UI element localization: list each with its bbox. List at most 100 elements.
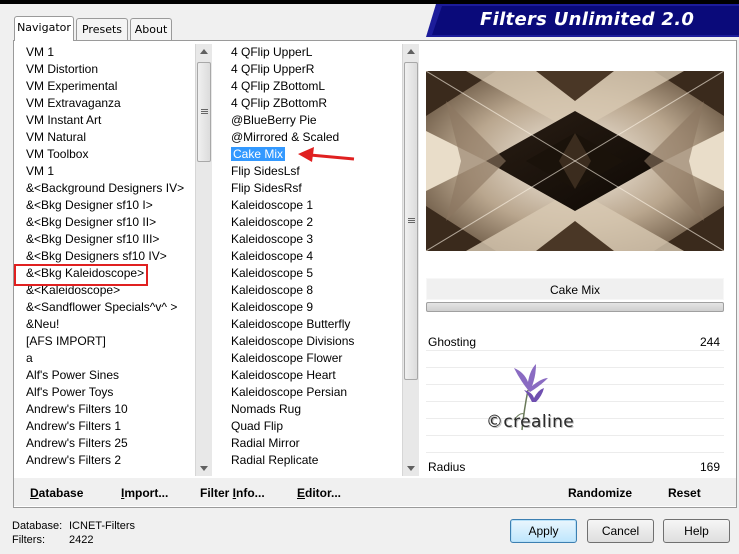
filter-item-label: Kaleidoscope Divisions [231, 334, 355, 348]
filter-item[interactable]: Kaleidoscope Butterfly [229, 316, 354, 333]
filter-item[interactable]: Kaleidoscope Persian [229, 384, 354, 401]
filter-scrollbar[interactable] [402, 44, 419, 476]
filter-item[interactable]: 4 QFlip UpperR [229, 61, 354, 78]
scroll-up-icon[interactable] [407, 49, 415, 54]
category-item[interactable]: Andrew's Filters 1 [24, 418, 184, 435]
param-value: 169 [699, 460, 720, 474]
scroll-down-icon[interactable] [200, 466, 208, 471]
category-item[interactable]: Alf's Power Toys [24, 384, 184, 401]
scroll-up-icon[interactable] [200, 49, 208, 54]
category-item[interactable]: Andrew's Filters 25 [24, 435, 184, 452]
category-item[interactable]: &<Sandflower Specials^v^ > [24, 299, 184, 316]
param-row-ghosting[interactable]: Ghosting 244 [426, 334, 724, 351]
filter-item-label: 4 QFlip ZBottomR [231, 96, 328, 110]
category-list[interactable]: VM 1 VM Distortion VM Experimental VM Extra… [18, 44, 196, 476]
category-item[interactable]: VM 1 [24, 44, 184, 61]
filter-item-label: Kaleidoscope 1 [231, 198, 314, 212]
filter-item[interactable]: 4 QFlip ZBottomL [229, 78, 354, 95]
category-item-label: VM Natural [26, 130, 87, 144]
link-text: ditor... [305, 486, 342, 500]
filter-item[interactable]: Kaleidoscope 9 [229, 299, 354, 316]
grip-icon [201, 109, 208, 114]
filter-item[interactable]: @Mirrored & Scaled [229, 129, 354, 146]
filter-item[interactable]: Kaleidoscope Heart [229, 367, 354, 384]
category-item[interactable]: VM Distortion [24, 61, 184, 78]
filter-item[interactable]: Kaleidoscope 1 [229, 197, 354, 214]
filter-item[interactable]: @BlueBerry Pie [229, 112, 354, 129]
filter-item-label: @Mirrored & Scaled [231, 130, 340, 144]
filters-count-value: 2422 [69, 534, 94, 546]
tab-about[interactable]: About [130, 18, 172, 40]
help-button[interactable]: Help [663, 519, 730, 543]
link-text: atabase [38, 486, 84, 500]
category-item-label: &<Bkg Designers sf10 IV> [26, 249, 167, 263]
category-item[interactable]: &<Bkg Designer sf10 II> [24, 214, 184, 231]
filter-info-link[interactable]: Filter Info... [200, 486, 265, 500]
category-item[interactable]: VM 1 [24, 163, 184, 180]
category-item-label: &<Bkg Designer sf10 III> [26, 232, 160, 246]
cancel-button[interactable]: Cancel [587, 519, 654, 543]
category-item[interactable]: VM Experimental [24, 78, 184, 95]
filter-item[interactable]: Radial Replicate [229, 452, 354, 469]
app-logo: Filters Unlimited 2.0 [432, 6, 739, 35]
param-label: Radius [428, 460, 466, 474]
category-item[interactable]: Alf's Power Sines [24, 367, 184, 384]
bottom-link-bar: Database Import... Filter Info... Editor… [14, 478, 736, 506]
category-item-label: &Neu! [26, 317, 60, 331]
filter-item[interactable]: Kaleidoscope 2 [229, 214, 354, 231]
filter-item[interactable]: Kaleidoscope 3 [229, 231, 354, 248]
link-accel: E [297, 486, 306, 500]
filter-item-label: Kaleidoscope 8 [231, 283, 314, 297]
category-scroll-thumb[interactable] [197, 62, 211, 162]
category-item[interactable]: Andrew's Filters 2 [24, 452, 184, 469]
filter-item[interactable]: Kaleidoscope Divisions [229, 333, 354, 350]
randomize-button[interactable]: Randomize [568, 486, 632, 500]
filter-item[interactable]: Kaleidoscope 5 [229, 265, 354, 282]
editor-link[interactable]: Editor... [297, 486, 341, 500]
filter-item[interactable]: Kaleidoscope 4 [229, 248, 354, 265]
filter-item[interactable]: Flip SidesRsf [229, 180, 354, 197]
category-item[interactable]: VM Toolbox [24, 146, 184, 163]
scroll-down-icon[interactable] [407, 466, 415, 471]
filter-item[interactable]: 4 QFlip ZBottomR [229, 95, 354, 112]
param-row-radius[interactable]: Radius 169 [426, 459, 724, 476]
filter-item-label: 4 QFlip UpperL [231, 45, 313, 59]
tab-navigator[interactable]: Navigator [14, 16, 74, 41]
category-item[interactable]: VM Natural [24, 129, 184, 146]
category-item[interactable]: [AFS IMPORT] [24, 333, 184, 350]
database-link[interactable]: Database [30, 486, 83, 500]
category-item[interactable]: &<Bkg Designer sf10 III> [24, 231, 184, 248]
apply-button[interactable]: Apply [510, 519, 577, 543]
filter-item[interactable]: Kaleidoscope Flower [229, 350, 354, 367]
category-item[interactable]: VM Extravaganza [24, 95, 184, 112]
filter-item[interactable]: Kaleidoscope 8 [229, 282, 354, 299]
grip-icon [408, 218, 415, 223]
category-item[interactable]: VM Instant Art [24, 112, 184, 129]
category-item[interactable]: &Neu! [24, 316, 184, 333]
category-item[interactable]: Andrew's Filters 10 [24, 401, 184, 418]
filter-item[interactable]: 4 QFlip UpperL [229, 44, 354, 61]
filter-item[interactable]: Radial Mirror [229, 435, 354, 452]
filter-item[interactable]: Nomads Rug [229, 401, 354, 418]
filter-item-label: Nomads Rug [231, 402, 302, 416]
filter-item-label: Kaleidoscope 5 [231, 266, 314, 280]
category-item[interactable]: &<Bkg Designer sf10 I> [24, 197, 184, 214]
import-link[interactable]: Import... [121, 486, 168, 500]
category-item[interactable]: &<Bkg Designers sf10 IV> [24, 248, 184, 265]
filter-progress-bar [426, 302, 724, 312]
reset-button[interactable]: Reset [668, 486, 701, 500]
filter-item[interactable]: Quad Flip [229, 418, 354, 435]
category-item-label: VM 1 [26, 45, 55, 59]
filter-item-label: @BlueBerry Pie [231, 113, 317, 127]
category-item[interactable]: &<Background Designers IV> [24, 180, 184, 197]
param-label: Ghosting [428, 335, 477, 349]
category-item[interactable]: a [24, 350, 184, 367]
category-item-label: &<Bkg Designer sf10 II> [26, 215, 157, 229]
filter-list[interactable]: 4 QFlip UpperL 4 QFlip UpperR 4 QFlip ZBot… [228, 44, 402, 476]
category-scrollbar[interactable] [195, 44, 212, 476]
category-item-label: Andrew's Filters 25 [26, 436, 128, 450]
filter-item-label: Kaleidoscope 3 [231, 232, 314, 246]
database-label: Database: [12, 520, 63, 532]
tab-presets[interactable]: Presets [76, 18, 128, 40]
filter-scroll-thumb[interactable] [404, 62, 418, 380]
